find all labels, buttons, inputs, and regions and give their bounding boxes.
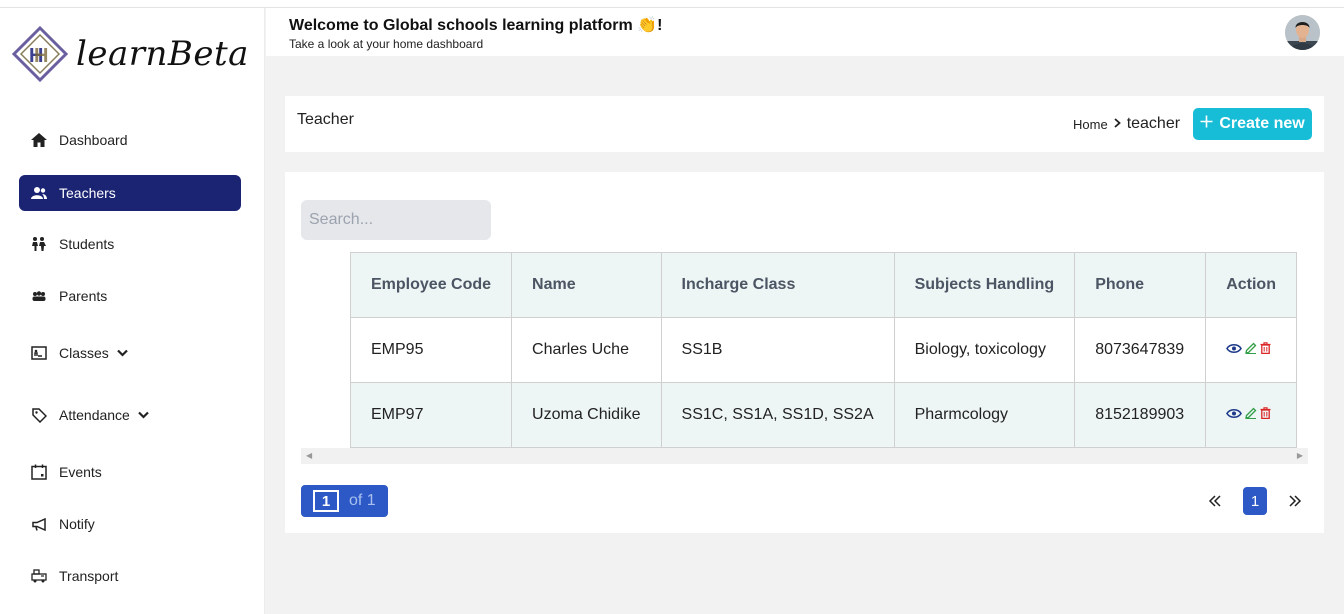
transport-icon (31, 568, 47, 584)
search-input[interactable] (301, 200, 491, 240)
sidebar-item-label: Students (59, 236, 115, 252)
classes-icon (31, 345, 47, 361)
column-header-name[interactable]: Name (511, 252, 662, 318)
column-header-employee-code[interactable]: Employee Code (349, 252, 513, 318)
sidebar-item-dashboard[interactable]: Dashboard (19, 122, 241, 158)
welcome-heading: Welcome to Global schools learning platf… (289, 17, 663, 34)
sidebar-item-parents[interactable]: Parents (19, 278, 241, 314)
brand-logo[interactable]: H H learnBeta (12, 26, 248, 86)
students-icon (31, 236, 47, 252)
avatar[interactable] (1285, 15, 1320, 50)
welcome-subtitle: Take a look at your home dashboard (289, 37, 484, 51)
cell-name: Uzoma Chidike (511, 382, 662, 448)
view-eye-icon[interactable] (1226, 341, 1243, 359)
cell-incharge-class: SS1C, SS1A, SS1D, SS2A (660, 382, 895, 448)
cell-actions (1205, 317, 1297, 383)
table-header-row: Employee Code Name Incharge Class Subjec… (349, 252, 1297, 318)
teachers-table: Employee Code Name Incharge Class Subjec… (349, 252, 1297, 448)
sidebar-item-label: Classes (59, 345, 109, 361)
teachers-card: Employee Code Name Incharge Class Subjec… (285, 172, 1324, 533)
sidebar-item-label: Dashboard (59, 132, 128, 148)
logo-mark-icon: H H (12, 26, 68, 82)
double-chevron-left-icon[interactable] (1205, 491, 1225, 511)
horizontal-scrollbar[interactable]: ◀ ▶ (301, 448, 1308, 464)
plus-icon (1200, 115, 1213, 133)
sidebar-item-classes[interactable]: Classes (19, 335, 241, 371)
edit-pencil-icon[interactable] (1245, 406, 1257, 424)
cell-subjects: Pharmcology (893, 382, 1076, 448)
megaphone-icon (31, 516, 47, 532)
sidebar-item-events[interactable]: Events (19, 454, 241, 490)
table-row[interactable]: EMP95 Charles Uche SS1B Biology, toxicol… (349, 317, 1297, 383)
cell-employee-code: EMP95 (349, 317, 513, 383)
page-title: Teacher (297, 111, 354, 128)
top-border (0, 0, 1344, 8)
scroll-right-arrow-icon[interactable]: ▶ (1297, 451, 1303, 460)
cell-name: Charles Uche (511, 317, 662, 383)
cell-employee-code: EMP97 (349, 382, 513, 448)
teachers-icon (31, 185, 47, 201)
chevron-down-icon[interactable] (117, 349, 128, 357)
sidebar-item-attendance[interactable]: Attendance (19, 397, 241, 433)
parents-icon (31, 288, 47, 304)
column-header-action: Action (1205, 252, 1297, 318)
sidebar-item-label: Events (59, 464, 102, 480)
create-new-button[interactable]: Create new (1193, 108, 1312, 140)
double-chevron-right-icon[interactable] (1285, 491, 1305, 511)
cell-subjects: Biology, toxicology (893, 317, 1076, 383)
breadcrumb: Home teacher (1073, 115, 1180, 133)
scroll-left-arrow-icon[interactable]: ◀ (306, 451, 312, 460)
cell-phone: 8073647839 (1074, 317, 1207, 383)
view-eye-icon[interactable] (1226, 406, 1243, 424)
sidebar-item-label: Parents (59, 288, 108, 304)
sidebar-item-label: Transport (59, 568, 119, 584)
create-new-label: Create new (1219, 115, 1305, 132)
column-header-subjects-handling[interactable]: Subjects Handling (893, 252, 1076, 318)
chevron-down-icon[interactable] (138, 411, 149, 419)
column-header-incharge-class[interactable]: Incharge Class (660, 252, 895, 318)
edit-pencil-icon[interactable] (1245, 341, 1257, 359)
page-total-text: of 1 (349, 492, 376, 509)
tag-icon (31, 407, 47, 423)
delete-trash-icon[interactable] (1260, 406, 1271, 424)
cell-actions (1205, 382, 1297, 448)
sidebar-item-students[interactable]: Students (19, 226, 241, 262)
svg-text:H: H (34, 45, 48, 67)
pagination-controls: 1 (1205, 487, 1305, 515)
page-button[interactable]: 1 (1243, 487, 1267, 515)
table-row[interactable]: EMP97 Uzoma Chidike SS1C, SS1A, SS1D, SS… (349, 382, 1297, 448)
cell-phone: 8152189903 (1074, 382, 1207, 448)
sidebar-item-label: Teachers (59, 185, 116, 201)
home-icon (31, 132, 47, 148)
top-header: Welcome to Global schools learning platf… (266, 8, 1344, 56)
delete-trash-icon[interactable] (1260, 341, 1271, 359)
calendar-icon (31, 464, 47, 480)
page-indicator: 1 of 1 (301, 485, 388, 517)
sidebar-item-teachers[interactable]: Teachers (19, 175, 241, 211)
sidebar-item-label: Attendance (59, 407, 130, 423)
current-page-input[interactable]: 1 (313, 490, 339, 512)
logo-text: learnBeta (76, 34, 249, 74)
page-title-card: Teacher Home teacher Create new (285, 96, 1324, 152)
breadcrumb-current: teacher (1126, 115, 1181, 132)
sidebar-item-transport[interactable]: Transport (19, 558, 241, 594)
sidebar-item-notify[interactable]: Notify (19, 506, 241, 542)
cell-incharge-class: SS1B (660, 317, 895, 383)
column-header-phone[interactable]: Phone (1074, 252, 1207, 318)
sidebar: H H learnBeta Dashboard Teachers Student… (0, 8, 265, 614)
sidebar-item-label: Notify (59, 516, 95, 532)
breadcrumb-home-link[interactable]: Home (1073, 117, 1108, 132)
chevron-right-icon (1114, 115, 1121, 133)
